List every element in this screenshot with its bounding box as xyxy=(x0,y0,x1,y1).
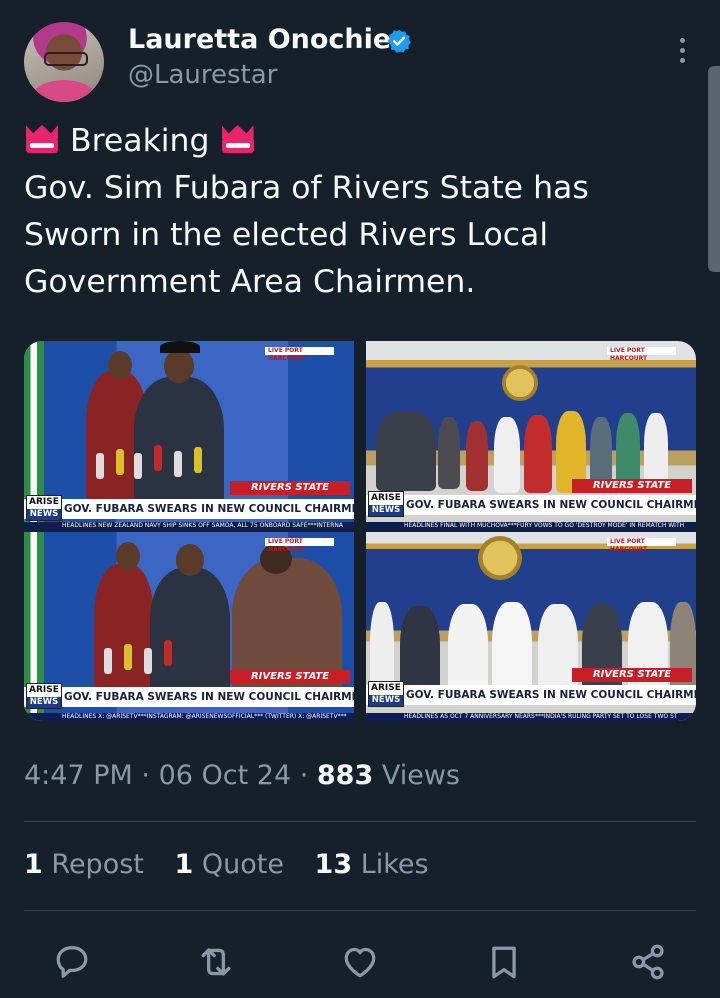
person-head xyxy=(176,544,204,576)
hat xyxy=(160,341,200,353)
tweet-header: Lauretta Onochie @Laurestar xyxy=(24,20,704,102)
divider xyxy=(24,821,696,822)
verified-badge-icon xyxy=(387,29,411,53)
live-badge: LIVE PORT HARCOURT xyxy=(265,347,334,362)
microphone xyxy=(164,640,172,666)
media-image-3[interactable]: LIVE PORT HARCOURT RIVERS STATE ARISE NEW… xyxy=(24,532,354,721)
more-options-icon[interactable] xyxy=(678,38,686,66)
tweet-meta: 4:47 PM · 06 Oct 24 · 883 Views xyxy=(24,760,460,791)
news-ticker: HEADLINES X: @ARISETV***INSTAGRAM: @ARIS… xyxy=(24,713,354,721)
scrollbar[interactable] xyxy=(708,66,720,272)
divider xyxy=(24,910,696,911)
news-ticker: HEADLINES FINAL WITH MUCHOVA***FURY VOWS… xyxy=(366,522,696,530)
arise-news-logo: ARISE NEWS xyxy=(368,681,404,707)
state-seal xyxy=(478,536,522,580)
media-grid: LIVE PORT HARCOURT RIVERS STATE ARISE NEW… xyxy=(24,341,696,721)
engagement-stats: 1 Repost 1 Quote 13 Likes xyxy=(24,849,451,880)
person-head xyxy=(108,351,132,379)
action-bar xyxy=(0,930,720,990)
tweet-text: Breaking Gov. Sim Fubara of Rivers State… xyxy=(24,118,704,306)
arise-news-logo: ARISE NEWS xyxy=(368,491,404,517)
meta-separator: · xyxy=(141,760,159,791)
avatar-glasses xyxy=(44,52,88,66)
tweet-line-breaking: Breaking xyxy=(24,118,704,165)
repost-icon[interactable] xyxy=(194,940,238,984)
reposts-stat[interactable]: 1 Repost xyxy=(24,849,144,880)
headline-text: GOV. FUBARA SWEARS IN NEW COUNCIL CHAIRM… xyxy=(406,499,696,511)
author-handle[interactable]: @Laurestar xyxy=(128,60,277,90)
tweet-breaking-label: Breaking xyxy=(70,123,210,159)
tweet-line-2: Gov. Sim Fubara of Rivers State has xyxy=(24,170,589,206)
state-seal xyxy=(502,365,538,401)
author-display-name[interactable]: Lauretta Onochie xyxy=(128,24,391,55)
rivers-state-tag: RIVERS STATE xyxy=(230,481,350,495)
arise-news-logo: ARISE NEWS xyxy=(26,495,62,521)
quotes-stat[interactable]: 1 Quote xyxy=(174,849,283,880)
person-figure xyxy=(438,417,460,489)
microphone xyxy=(144,648,152,674)
reply-icon[interactable] xyxy=(50,940,94,984)
tweet-line-3: Sworn in the elected Rivers Local xyxy=(24,217,549,253)
like-icon[interactable] xyxy=(338,940,382,984)
meta-separator: · xyxy=(299,760,317,791)
microphone xyxy=(104,648,112,674)
bookmark-icon[interactable] xyxy=(482,940,526,984)
headline-text: GOV. FUBARA SWEARS IN NEW COUNCIL CHAIRM… xyxy=(64,503,354,515)
media-image-4[interactable]: LIVE PORT HARCOURT RIVERS STATE ARISE NEW… xyxy=(366,532,696,721)
microphone xyxy=(134,453,142,479)
headline-text: GOV. FUBARA SWEARS IN NEW COUNCIL CHAIRM… xyxy=(406,689,696,701)
news-ticker: HEADLINES NEW ZEALAND NAVY SHIP SINKS OF… xyxy=(24,522,354,530)
live-badge: LIVE PORT HARCOURT xyxy=(265,538,334,553)
person-figure xyxy=(134,377,224,507)
person-figure xyxy=(94,564,154,694)
crown-badge-icon xyxy=(220,125,256,155)
avatar[interactable] xyxy=(24,22,104,102)
views-count: 883 xyxy=(316,760,374,791)
rivers-state-tag: RIVERS STATE xyxy=(572,479,692,493)
live-badge: LIVE PORT HARCOURT xyxy=(607,538,676,553)
person-head xyxy=(116,542,140,570)
tweet-time[interactable]: 4:47 PM xyxy=(24,760,133,791)
microphone xyxy=(124,644,132,670)
person-head xyxy=(164,349,194,383)
person-figure xyxy=(150,568,230,698)
microphone xyxy=(194,447,202,473)
rivers-state-tag: RIVERS STATE xyxy=(572,668,692,682)
person-figure xyxy=(524,415,552,493)
media-image-1[interactable]: LIVE PORT HARCOURT RIVERS STATE ARISE NEW… xyxy=(24,341,354,530)
headline-text: GOV. FUBARA SWEARS IN NEW COUNCIL CHAIRM… xyxy=(64,691,354,703)
rivers-state-tag: RIVERS STATE xyxy=(230,670,350,684)
tweet-line-4: Government Area Chairmen. xyxy=(24,264,476,300)
media-image-2[interactable]: LIVE PORT HARCOURT RIVERS STATE ARISE NEW… xyxy=(366,341,696,530)
person-figure xyxy=(466,421,488,491)
views-label: Views xyxy=(381,760,460,791)
avatar-shoulders xyxy=(30,80,98,102)
share-icon[interactable] xyxy=(626,940,670,984)
tweet-date[interactable]: 06 Oct 24 xyxy=(159,760,292,791)
news-ticker: HEADLINES AS OCT 7 ANNIVERSARY NEARS***I… xyxy=(366,713,696,721)
crown-badge-icon xyxy=(24,125,60,155)
microphone xyxy=(154,445,162,471)
microphone xyxy=(96,453,104,479)
microphone xyxy=(174,451,182,477)
live-badge: LIVE PORT HARCOURT xyxy=(607,347,676,362)
crowd xyxy=(376,411,436,491)
arise-news-logo: ARISE NEWS xyxy=(26,683,62,709)
likes-stat[interactable]: 13 Likes xyxy=(315,849,429,880)
microphone xyxy=(116,449,124,475)
person-figure xyxy=(494,417,520,493)
